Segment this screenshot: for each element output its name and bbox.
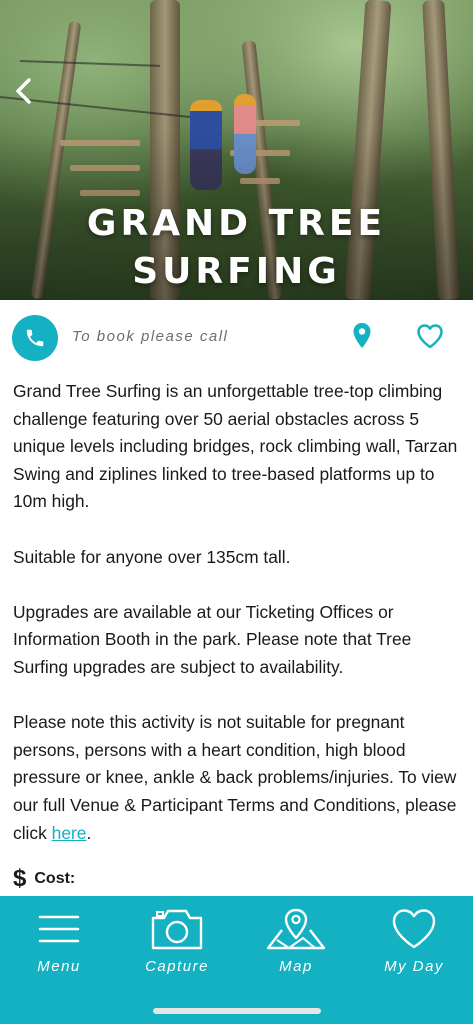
location-button[interactable] [348, 320, 376, 352]
nav-label-menu: Menu [37, 958, 81, 975]
nav-icon-wrap [0, 906, 118, 952]
location-pin-icon [353, 323, 371, 348]
nav-label-my-day: My Day [384, 958, 444, 975]
description: Grand Tree Surfing is an unforgettable t… [13, 378, 463, 875]
description-paragraph: Grand Tree Surfing is an unforgettable t… [13, 381, 458, 512]
terms-link[interactable]: here [52, 823, 87, 843]
camera-icon [151, 909, 203, 950]
nav-label-capture: Capture [145, 958, 209, 975]
chevron-left-icon [16, 78, 31, 104]
heart-icon [417, 324, 443, 349]
rope [19, 60, 160, 67]
home-indicator[interactable] [153, 1008, 321, 1014]
nav-icon-wrap [237, 906, 355, 952]
bottom-nav: Menu Capture Map My Day [0, 896, 473, 1024]
nav-label-map: Map [279, 958, 313, 975]
action-row: To book please call [0, 300, 473, 372]
phone-icon [26, 329, 44, 347]
page-title: GRAND TREE SURFING [86, 203, 387, 292]
nav-item-map[interactable]: Map [237, 896, 355, 988]
call-button[interactable] [12, 315, 58, 361]
booking-text: To book please call [72, 328, 229, 345]
terms-paragraph: Please note this activity is not suitabl… [13, 709, 463, 847]
back-button[interactable] [8, 74, 38, 108]
nav-item-capture[interactable]: Capture [118, 896, 236, 988]
nav-icon-wrap [355, 906, 473, 952]
map-icon [266, 908, 326, 950]
favourite-button[interactable] [414, 322, 446, 350]
nav-icon-wrap [118, 906, 236, 952]
menu-icon [38, 915, 80, 943]
cost-label: Cost: [34, 870, 76, 887]
heart-icon [392, 909, 436, 949]
dollar-icon: $ [13, 865, 27, 892]
nav-item-my-day[interactable]: My Day [355, 896, 473, 988]
nav-item-menu[interactable]: Menu [0, 896, 118, 988]
cost-row: $ Cost: [13, 867, 75, 891]
terms-end: . [86, 822, 92, 843]
hero-image: GRAND TREE SURFING [0, 0, 473, 300]
description-paragraph: Upgrades are available at our Ticketing … [13, 601, 412, 677]
description-paragraph: Suitable for anyone over 135cm tall. [13, 546, 291, 567]
